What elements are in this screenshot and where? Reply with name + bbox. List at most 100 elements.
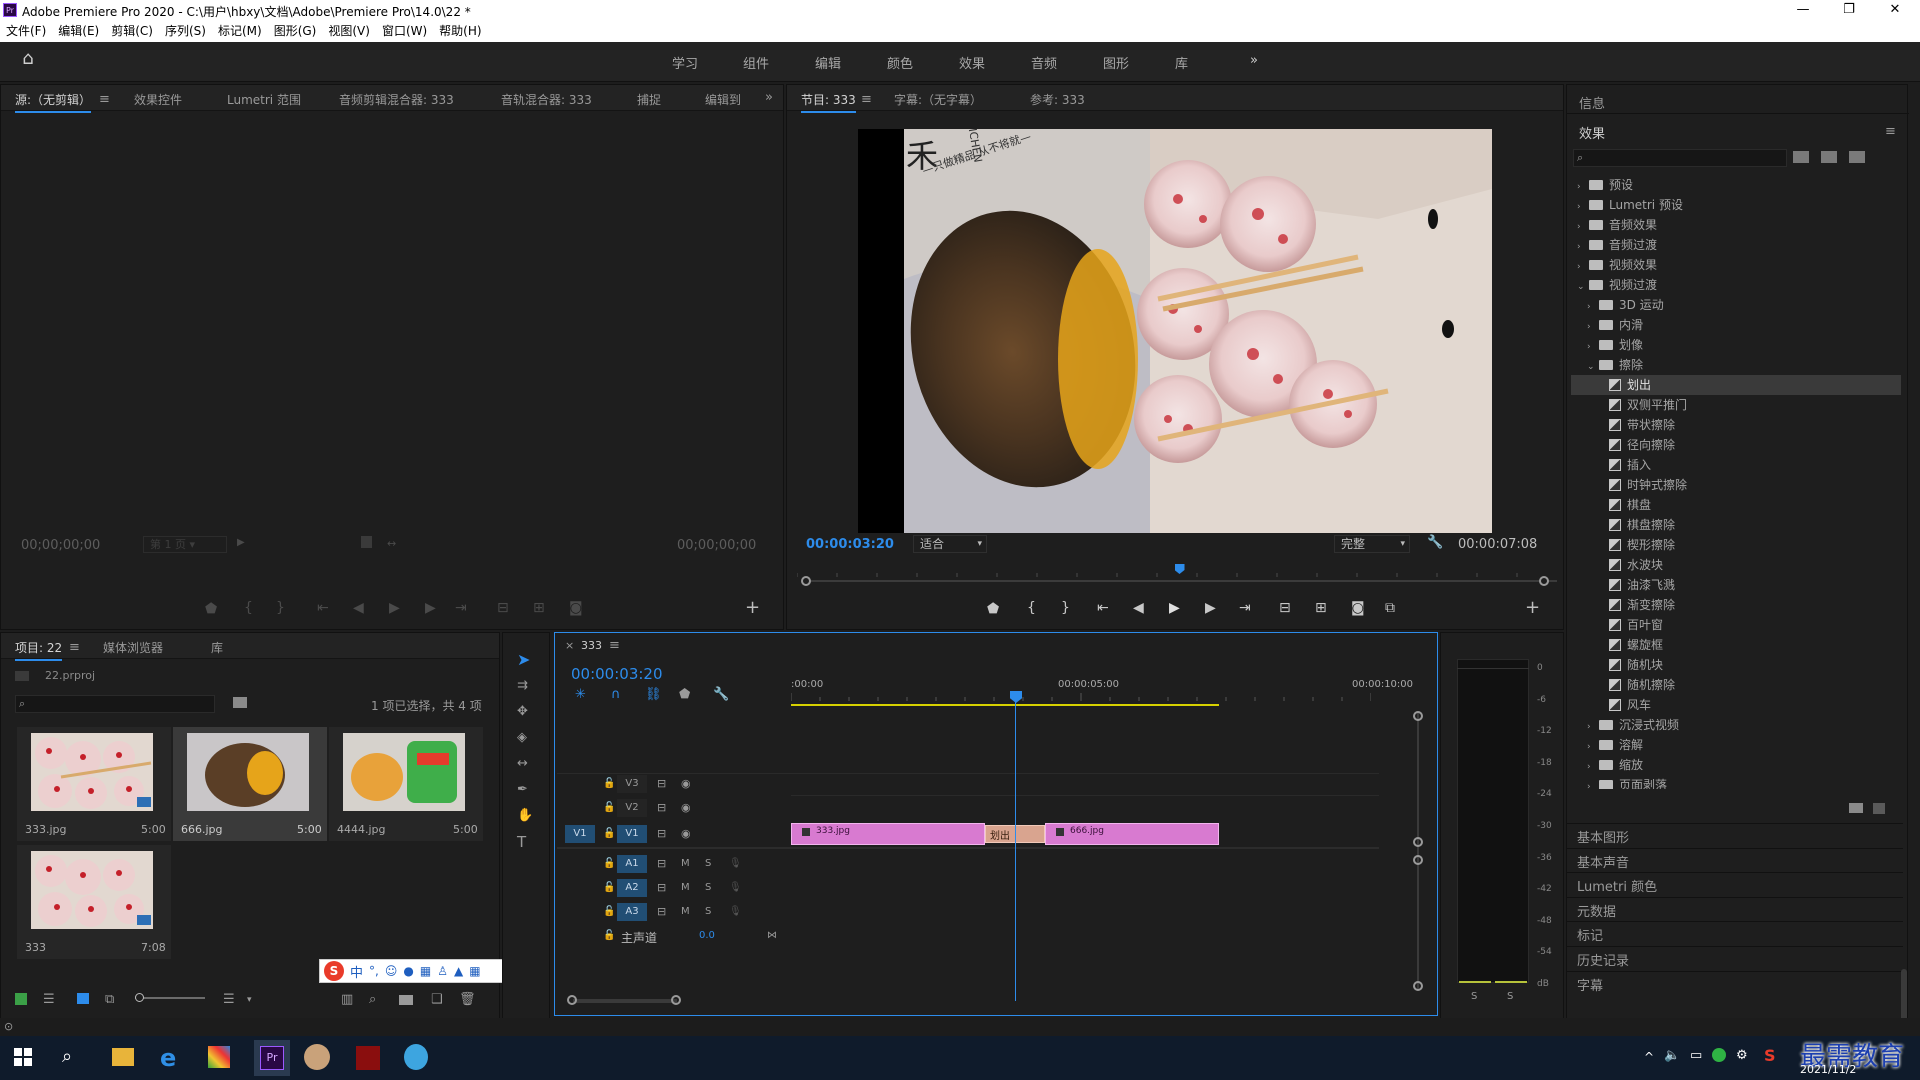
zoom-handle-left[interactable]: [801, 576, 811, 586]
selection-tool-icon[interactable]: ➤: [517, 652, 530, 668]
more-tabs-icon[interactable]: »: [765, 91, 773, 105]
program-go-to-out-icon[interactable]: ⇥: [1239, 600, 1251, 616]
tab-reference[interactable]: 参考: 333: [1030, 91, 1085, 108]
workspace-assembly[interactable]: 组件: [743, 53, 769, 72]
track-target-a1[interactable]: A1: [617, 855, 647, 873]
tray-app-icon[interactable]: [1712, 1048, 1726, 1062]
workspace-graphics[interactable]: 图形: [1103, 53, 1129, 72]
program-zoom-bar[interactable]: [803, 580, 1557, 582]
workspace-libraries[interactable]: 库: [1175, 53, 1188, 72]
effects-search-input[interactable]: [1573, 149, 1787, 167]
effect-folder[interactable]: › 预设: [1571, 175, 1901, 195]
effect-item[interactable]: 划出: [1571, 375, 1901, 395]
program-play-icon[interactable]: ▶: [1169, 600, 1180, 616]
effects-panel-label[interactable]: 效果: [1579, 123, 1605, 142]
delete-icon[interactable]: [1873, 803, 1885, 814]
collapsed-panel-header[interactable]: 字幕: [1577, 975, 1603, 994]
nest-icon[interactable]: ✳: [575, 688, 586, 702]
zoom-handle-right[interactable]: [1539, 576, 1549, 586]
icon-view-icon[interactable]: [77, 993, 89, 1004]
chevron-right-icon[interactable]: ›: [1587, 717, 1599, 737]
close-icon[interactable]: ✕: [1872, 0, 1918, 20]
project-item-sequence-333[interactable]: 333 7:08: [17, 845, 171, 959]
source-timecode[interactable]: 00;00;00;00: [21, 538, 100, 553]
automate-to-sequence-icon[interactable]: ▥: [341, 993, 353, 1007]
menu-view[interactable]: 视图(V): [322, 20, 370, 42]
timeline-playhead[interactable]: [1010, 691, 1022, 703]
menu-sequence[interactable]: 序列(S): [159, 20, 206, 42]
thumbnail-zoom-slider[interactable]: [135, 997, 205, 999]
flash-icon[interactable]: [356, 1046, 380, 1070]
program-mark-out-icon[interactable]: }: [1061, 600, 1070, 616]
comparison-view-icon[interactable]: ⧉: [1385, 600, 1395, 616]
lock-icon[interactable]: 🔓: [603, 827, 615, 841]
menu-markers[interactable]: 标记(M): [212, 20, 262, 42]
chevron-down-icon[interactable]: ⌄: [1577, 277, 1589, 297]
chevron-right-icon[interactable]: ›: [1587, 337, 1599, 357]
effect-folder[interactable]: ⌄ 视频过渡: [1571, 275, 1901, 295]
collapsed-panel-header[interactable]: 历史记录: [1577, 950, 1629, 969]
sort-icons-icon[interactable]: ☰: [223, 993, 235, 1007]
project-search-input[interactable]: [15, 695, 215, 713]
solo-button[interactable]: S: [705, 857, 711, 871]
project-item-666jpg[interactable]: 666.jpg 5:00: [173, 727, 327, 841]
timeline-settings-icon[interactable]: 🔧: [713, 688, 729, 702]
meter-solo-right[interactable]: S: [1507, 991, 1513, 1002]
chevron-right-icon[interactable]: ›: [1577, 257, 1589, 277]
effect-item[interactable]: 插入: [1571, 455, 1901, 475]
eye-icon[interactable]: ◉: [681, 827, 691, 841]
mute-button[interactable]: M: [681, 881, 690, 895]
lock-icon[interactable]: 🔓: [603, 929, 615, 943]
user-icon[interactable]: ♙: [437, 964, 448, 978]
solo-button[interactable]: S: [705, 905, 711, 919]
project-lock-icon[interactable]: [15, 993, 27, 1005]
chevron-right-icon[interactable]: ›: [1587, 737, 1599, 757]
effect-item[interactable]: 随机块: [1571, 655, 1901, 675]
workspace-audio[interactable]: 音频: [1031, 53, 1057, 72]
chevron-right-icon[interactable]: ›: [1587, 757, 1599, 777]
type-tool-icon[interactable]: T: [517, 835, 526, 850]
mute-button[interactable]: M: [681, 857, 690, 871]
sync-lock-icon[interactable]: ⊟: [657, 881, 666, 895]
step-back-icon[interactable]: ◀: [353, 600, 364, 616]
project-menu-icon[interactable]: ≡: [69, 641, 80, 655]
menu-window[interactable]: 窗口(W): [376, 20, 427, 42]
effect-folder[interactable]: › 内滑: [1571, 315, 1901, 335]
effect-folder[interactable]: › 3D 运动: [1571, 295, 1901, 315]
work-area-bar[interactable]: [791, 704, 1219, 706]
solo-button[interactable]: S: [705, 881, 711, 895]
effect-folder[interactable]: ⌄ 擦除: [1571, 355, 1901, 375]
pen-tool-icon[interactable]: ✒: [517, 783, 528, 797]
razor-tool-icon[interactable]: ◈: [517, 731, 527, 745]
effect-item[interactable]: 双侧平推门: [1571, 395, 1901, 415]
ime-tray-icon[interactable]: ⚙: [1736, 1048, 1748, 1063]
close-sequence-icon[interactable]: ×: [565, 639, 574, 652]
premiere-taskbar-icon[interactable]: Pr: [260, 1046, 284, 1070]
workspace-editing[interactable]: 编辑: [815, 53, 841, 72]
chevron-right-icon[interactable]: ›: [1577, 177, 1589, 197]
project-item-333jpg[interactable]: 333.jpg 5:00: [17, 727, 171, 841]
qq-avatar-icon[interactable]: [304, 1044, 330, 1070]
volume-icon[interactable]: 🔈: [1664, 1048, 1680, 1063]
extract-icon[interactable]: ⊞: [1315, 600, 1327, 616]
overwrite-icon[interactable]: ⊞: [533, 600, 545, 616]
clip-333jpg[interactable]: 333.jpg: [791, 823, 985, 845]
home-icon[interactable]: ⌂: [18, 50, 38, 68]
sync-lock-icon[interactable]: ⊟: [657, 827, 666, 841]
chevron-right-icon[interactable]: ›: [1587, 317, 1599, 337]
collapsed-panel-header[interactable]: 标记: [1577, 925, 1603, 944]
start-icon[interactable]: [14, 1048, 32, 1066]
collapsed-panel-header[interactable]: 基本声音: [1577, 852, 1629, 871]
chevron-right-icon[interactable]: ›: [1577, 197, 1589, 217]
emoji-icon[interactable]: ☺: [385, 964, 398, 978]
sequence-tab[interactable]: 333: [581, 639, 602, 652]
tab-project[interactable]: 项目: 22: [15, 639, 63, 661]
timeline-timecode[interactable]: 00:00:03:20: [571, 665, 663, 683]
file-explorer-icon[interactable]: [112, 1048, 134, 1066]
master-volume[interactable]: 0.0: [699, 930, 715, 941]
mute-button[interactable]: M: [681, 905, 690, 919]
punctuation-icon[interactable]: °,: [369, 964, 379, 978]
go-to-in-out-icon[interactable]: ⋈: [767, 929, 777, 943]
mark-in-icon[interactable]: {: [244, 600, 253, 616]
menu-help[interactable]: 帮助(H): [433, 20, 481, 42]
